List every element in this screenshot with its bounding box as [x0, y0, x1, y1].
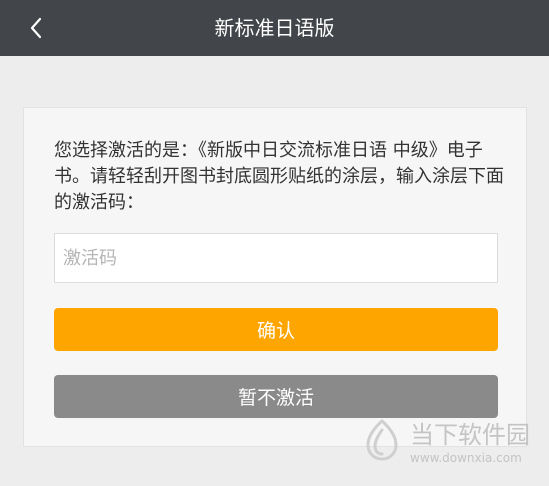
nav-bar: 新标准日语版 [0, 0, 549, 56]
chevron-left-icon [29, 17, 43, 39]
activation-instructions: 您选择激活的是：《新版中日交流标准日语 中级》电子书。请轻轻刮开图书封底圆形贴纸… [54, 140, 504, 213]
skip-activation-button[interactable]: 暂不激活 [54, 375, 498, 418]
page-title: 新标准日语版 [214, 16, 335, 40]
downxia-logo-icon [362, 418, 402, 462]
confirm-button[interactable]: 确认 [54, 308, 498, 351]
watermark-url: www.downxia.com [410, 451, 522, 465]
watermark-name: 当下软件园 [410, 421, 530, 449]
watermark: 当下软件园 www.downxia.com [362, 418, 542, 476]
activation-card: 您选择激活的是：《新版中日交流标准日语 中级》电子书。请轻轻刮开图书封底圆形贴纸… [23, 107, 527, 447]
activation-code-input[interactable] [54, 233, 498, 283]
back-button[interactable] [16, 8, 56, 48]
